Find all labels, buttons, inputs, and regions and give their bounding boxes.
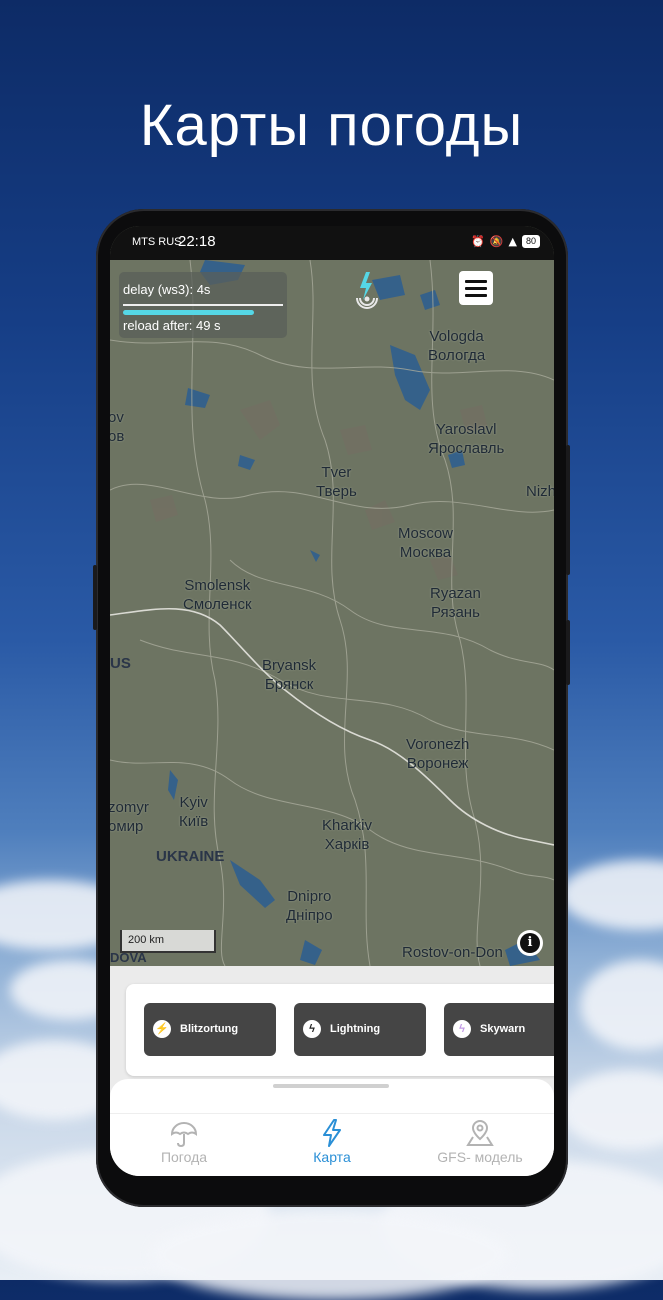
info-button[interactable]: i (517, 930, 543, 956)
chip-label: Blitzortung (180, 1023, 239, 1035)
nav-item-map[interactable]: Карта (258, 1117, 406, 1165)
lightning-purple-icon: ϟ (453, 1020, 471, 1038)
chip-label: Skywarn (480, 1023, 526, 1035)
city-label: Moscow Москва (398, 525, 454, 561)
nav-divider (110, 1113, 554, 1114)
nav-label: GFS- модель (437, 1149, 523, 1165)
city-label: Kharkiv Харків (322, 817, 373, 853)
nav-label: Погода (160, 1149, 208, 1165)
battery-icon: 80 (521, 235, 540, 248)
nav-item-weather[interactable]: Погода (110, 1117, 258, 1165)
source-chip-skywarn[interactable]: ϟ Skywarn (444, 1003, 554, 1056)
signal-icon: ▲ (508, 235, 517, 248)
app-logo-icon (352, 270, 382, 312)
source-chip-lightning[interactable]: ϟ Lightning (294, 1003, 426, 1056)
lightning-icon (323, 1119, 341, 1147)
bottom-panel: ⚡ Blitzortung ϟ Lightning ϟ Skywarn Пого… (110, 966, 554, 1176)
bottom-navigation: Погода Карта GFS- модель (110, 1079, 554, 1176)
lightning-map[interactable]: Vologda Вологда Yaroslavl Ярославль Tver Тв… (110, 260, 554, 966)
phone-screen: MTS RUS 22:18 ⏰ 🔕 ▲ 80 Vologda Вологда Y… (110, 226, 554, 1176)
status-icons: ⏰ 🔕 ▲ 80 (471, 235, 540, 248)
menu-button[interactable] (459, 271, 493, 305)
phone-side-button (93, 565, 97, 630)
phone-volume-button (566, 445, 570, 575)
city-label: Vologda Вологда (428, 328, 486, 364)
scale-bar: 200 km (120, 930, 216, 953)
city-label: Smolensk Смоленск (183, 577, 252, 613)
progress-track (123, 304, 283, 306)
source-chips: ⚡ Blitzortung ϟ Lightning ϟ Skywarn (126, 984, 554, 1076)
city-label: Voronezh Воронеж (406, 736, 470, 772)
reload-text: reload after: 49 s (123, 318, 221, 333)
lightning-yellow-icon: ⚡ (153, 1020, 171, 1038)
hero-title: Карты погоды (139, 93, 524, 158)
city-label: Bryansk Брянск (262, 657, 317, 693)
city-label-edge: ov ов (110, 409, 125, 445)
city-label: Ryazan Рязань (430, 585, 481, 621)
country-label-edge: US (110, 655, 131, 672)
city-label-edge: zomyr омир (110, 799, 149, 835)
umbrella-icon (170, 1122, 198, 1148)
city-label: Rostov-on-Don (402, 944, 503, 961)
clock: 22:18 (178, 233, 216, 250)
nav-item-gfs-model[interactable]: GFS- модель (406, 1117, 554, 1165)
source-chip-blitzortung[interactable]: ⚡ Blitzortung (144, 1003, 276, 1056)
info-icon: i (520, 933, 540, 953)
hamburger-icon (465, 280, 487, 283)
hamburger-icon-line (465, 287, 487, 290)
city-label: Dnipro Дніпро (286, 888, 333, 924)
delay-text: delay (ws3): 4s (123, 282, 211, 297)
map-pin-icon (466, 1119, 494, 1146)
carrier-label: MTS RUS (132, 236, 182, 248)
chip-label: Lightning (330, 1023, 381, 1035)
update-status-box: delay (ws3): 4s reload after: 49 s (119, 272, 287, 338)
city-label: Tver Тверь (316, 464, 357, 500)
status-bar: MTS RUS 22:18 ⏰ 🔕 ▲ 80 (110, 226, 554, 260)
lightning-white-icon: ϟ (303, 1020, 321, 1038)
hamburger-icon-line (465, 294, 487, 297)
phone-power-button (566, 620, 570, 685)
city-label-edge: Nizh (526, 483, 554, 500)
alarm-icon: ⏰ (471, 235, 485, 248)
nav-label: Карта (313, 1149, 351, 1165)
city-label: Yaroslavl Ярославль (428, 421, 505, 457)
reload-progress-bar (123, 310, 254, 315)
mute-icon: 🔕 (489, 235, 504, 248)
city-label: Kyiv Київ (179, 794, 209, 830)
country-label: UKRAINE (156, 848, 225, 865)
scale-label: 200 km (128, 934, 165, 946)
drag-handle[interactable] (273, 1084, 389, 1088)
